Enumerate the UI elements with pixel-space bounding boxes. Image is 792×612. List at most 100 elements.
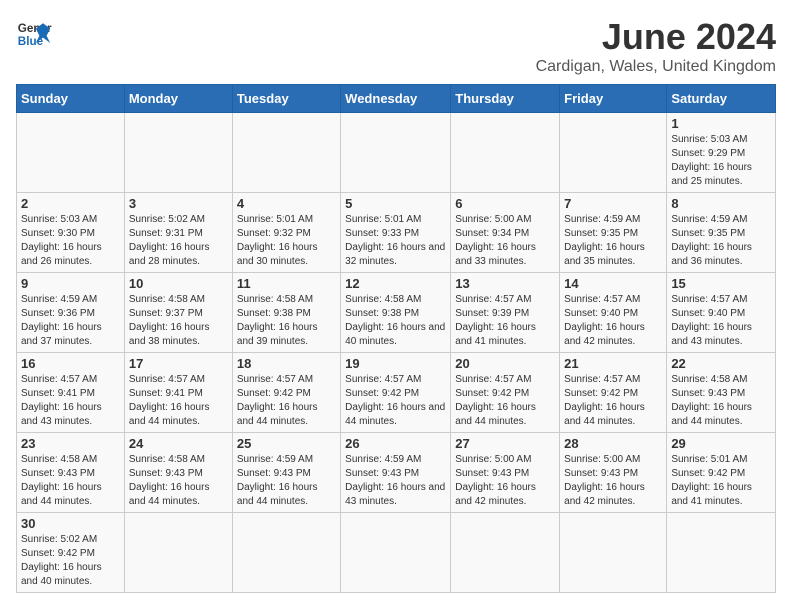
calendar-day-cell: 26 Sunrise: 4:59 AMSunset: 9:43 PMDayligh… [341, 433, 451, 513]
day-number: 19 [345, 356, 446, 371]
calendar-week-row: 30Sunrise: 5:02 AMSunset: 9:42 PMDayligh… [17, 513, 776, 593]
logo: General Blue [16, 16, 52, 52]
day-info: Sunrise: 5:02 AMSunset: 9:42 PMDaylight:… [21, 533, 120, 589]
day-number: 6 [455, 196, 555, 211]
calendar-day-cell [341, 513, 451, 593]
day-of-week-header: Friday [560, 85, 667, 113]
day-number: 14 [564, 276, 662, 291]
day-number: 11 [237, 276, 336, 291]
day-info: Sunrise: 4:57 AMSunset: 9:42 PMDaylight:… [345, 373, 446, 429]
day-info: Sunrise: 4:57 AMSunset: 9:40 PMDaylight:… [564, 293, 662, 349]
calendar-day-cell: 10 Sunrise: 4:58 AMSunset: 9:37 PMDayligh… [124, 273, 232, 353]
day-info: Sunrise: 5:01 AMSunset: 9:33 PMDaylight:… [345, 213, 446, 269]
calendar-day-cell: 13 Sunrise: 4:57 AMSunset: 9:39 PMDayligh… [451, 273, 560, 353]
calendar-week-row: 2 Sunrise: 5:03 AMSunset: 9:30 PMDaylight… [17, 193, 776, 273]
calendar-day-cell: 17Sunrise: 4:57 AMSunset: 9:41 PMDayligh… [124, 353, 232, 433]
day-number: 16 [21, 356, 120, 371]
day-info: Sunrise: 4:57 AMSunset: 9:39 PMDaylight:… [455, 293, 555, 349]
calendar-day-cell: 15Sunrise: 4:57 AMSunset: 9:40 PMDayligh… [667, 273, 776, 353]
logo-icon: General Blue [16, 16, 52, 52]
calendar-day-cell: 8Sunrise: 4:59 AMSunset: 9:35 PMDaylight… [667, 193, 776, 273]
day-number: 21 [564, 356, 662, 371]
day-number: 18 [237, 356, 336, 371]
calendar: SundayMondayTuesdayWednesdayThursdayFrid… [16, 84, 776, 593]
calendar-day-cell: 7 Sunrise: 4:59 AMSunset: 9:35 PMDaylight… [560, 193, 667, 273]
calendar-day-cell: 23Sunrise: 4:58 AMSunset: 9:43 PMDayligh… [17, 433, 125, 513]
day-info: Sunrise: 5:01 AMSunset: 9:32 PMDaylight:… [237, 213, 336, 269]
calendar-day-cell [560, 513, 667, 593]
day-info: Sunrise: 5:00 AMSunset: 9:34 PMDaylight:… [455, 213, 555, 269]
day-number: 10 [129, 276, 228, 291]
day-of-week-header: Saturday [667, 85, 776, 113]
day-info: Sunrise: 5:03 AMSunset: 9:29 PMDaylight:… [671, 133, 771, 189]
day-info: Sunrise: 4:59 AMSunset: 9:36 PMDaylight:… [21, 293, 120, 349]
day-number: 2 [21, 196, 120, 211]
day-number: 7 [564, 196, 662, 211]
day-number: 26 [345, 436, 446, 451]
day-info: Sunrise: 5:03 AMSunset: 9:30 PMDaylight:… [21, 213, 120, 269]
day-info: Sunrise: 4:57 AMSunset: 9:42 PMDaylight:… [564, 373, 662, 429]
calendar-week-row: 23Sunrise: 4:58 AMSunset: 9:43 PMDayligh… [17, 433, 776, 513]
day-info: Sunrise: 4:57 AMSunset: 9:40 PMDaylight:… [671, 293, 771, 349]
day-number: 5 [345, 196, 446, 211]
day-info: Sunrise: 4:59 AMSunset: 9:43 PMDaylight:… [345, 453, 446, 509]
calendar-week-row: 1 Sunrise: 5:03 AMSunset: 9:29 PMDaylight… [17, 113, 776, 193]
calendar-day-cell: 6 Sunrise: 5:00 AMSunset: 9:34 PMDaylight… [451, 193, 560, 273]
calendar-day-cell: 2 Sunrise: 5:03 AMSunset: 9:30 PMDaylight… [17, 193, 125, 273]
calendar-day-cell: 20Sunrise: 4:57 AMSunset: 9:42 PMDayligh… [451, 353, 560, 433]
calendar-day-cell: 27Sunrise: 5:00 AMSunset: 9:43 PMDayligh… [451, 433, 560, 513]
calendar-header-row: SundayMondayTuesdayWednesdayThursdayFrid… [17, 85, 776, 113]
day-info: Sunrise: 4:59 AMSunset: 9:35 PMDaylight:… [564, 213, 662, 269]
calendar-day-cell [667, 513, 776, 593]
day-info: Sunrise: 4:58 AMSunset: 9:37 PMDaylight:… [129, 293, 228, 349]
calendar-day-cell: 5 Sunrise: 5:01 AMSunset: 9:33 PMDaylight… [341, 193, 451, 273]
day-number: 24 [129, 436, 228, 451]
calendar-day-cell: 28Sunrise: 5:00 AMSunset: 9:43 PMDayligh… [560, 433, 667, 513]
day-info: Sunrise: 4:58 AMSunset: 9:38 PMDaylight:… [345, 293, 446, 349]
calendar-day-cell: 29Sunrise: 5:01 AMSunset: 9:42 PMDayligh… [667, 433, 776, 513]
day-number: 29 [671, 436, 771, 451]
day-of-week-header: Thursday [451, 85, 560, 113]
calendar-week-row: 9 Sunrise: 4:59 AMSunset: 9:36 PMDaylight… [17, 273, 776, 353]
calendar-day-cell [232, 113, 340, 193]
calendar-day-cell: 22 Sunrise: 4:58 AMSunset: 9:43 PMDayligh… [667, 353, 776, 433]
calendar-day-cell [124, 113, 232, 193]
calendar-day-cell: 18 Sunrise: 4:57 AMSunset: 9:42 PMDayligh… [232, 353, 340, 433]
day-number: 22 [671, 356, 771, 371]
calendar-day-cell: 19 Sunrise: 4:57 AMSunset: 9:42 PMDayligh… [341, 353, 451, 433]
calendar-day-cell: 30Sunrise: 5:02 AMSunset: 9:42 PMDayligh… [17, 513, 125, 593]
calendar-day-cell [451, 513, 560, 593]
day-info: Sunrise: 4:57 AMSunset: 9:41 PMDaylight:… [21, 373, 120, 429]
day-info: Sunrise: 4:57 AMSunset: 9:42 PMDaylight:… [237, 373, 336, 429]
calendar-day-cell: 1 Sunrise: 5:03 AMSunset: 9:29 PMDaylight… [667, 113, 776, 193]
day-number: 13 [455, 276, 555, 291]
day-info: Sunrise: 4:58 AMSunset: 9:43 PMDaylight:… [129, 453, 228, 509]
main-title: June 2024 [536, 16, 776, 58]
day-info: Sunrise: 5:02 AMSunset: 9:31 PMDaylight:… [129, 213, 228, 269]
day-number: 17 [129, 356, 228, 371]
calendar-week-row: 16 Sunrise: 4:57 AMSunset: 9:41 PMDayligh… [17, 353, 776, 433]
day-number: 4 [237, 196, 336, 211]
calendar-day-cell: 14 Sunrise: 4:57 AMSunset: 9:40 PMDayligh… [560, 273, 667, 353]
calendar-day-cell: 16 Sunrise: 4:57 AMSunset: 9:41 PMDayligh… [17, 353, 125, 433]
calendar-day-cell: 21 Sunrise: 4:57 AMSunset: 9:42 PMDayligh… [560, 353, 667, 433]
day-of-week-header: Tuesday [232, 85, 340, 113]
calendar-day-cell: 11 Sunrise: 4:58 AMSunset: 9:38 PMDayligh… [232, 273, 340, 353]
calendar-day-cell [451, 113, 560, 193]
day-info: Sunrise: 5:00 AMSunset: 9:43 PMDaylight:… [455, 453, 555, 509]
day-info: Sunrise: 4:58 AMSunset: 9:43 PMDaylight:… [671, 373, 771, 429]
day-number: 25 [237, 436, 336, 451]
calendar-day-cell: 3Sunrise: 5:02 AMSunset: 9:31 PMDaylight… [124, 193, 232, 273]
day-number: 28 [564, 436, 662, 451]
day-number: 1 [671, 116, 771, 131]
subtitle: Cardigan, Wales, United Kingdom [536, 58, 776, 76]
calendar-day-cell [341, 113, 451, 193]
day-number: 9 [21, 276, 120, 291]
day-of-week-header: Monday [124, 85, 232, 113]
calendar-day-cell [232, 513, 340, 593]
header: General Blue June 2024 Cardigan, Wales, … [16, 16, 776, 76]
day-info: Sunrise: 4:58 AMSunset: 9:38 PMDaylight:… [237, 293, 336, 349]
day-number: 8 [671, 196, 771, 211]
day-info: Sunrise: 4:59 AMSunset: 9:43 PMDaylight:… [237, 453, 336, 509]
title-area: June 2024 Cardigan, Wales, United Kingdo… [536, 16, 776, 76]
